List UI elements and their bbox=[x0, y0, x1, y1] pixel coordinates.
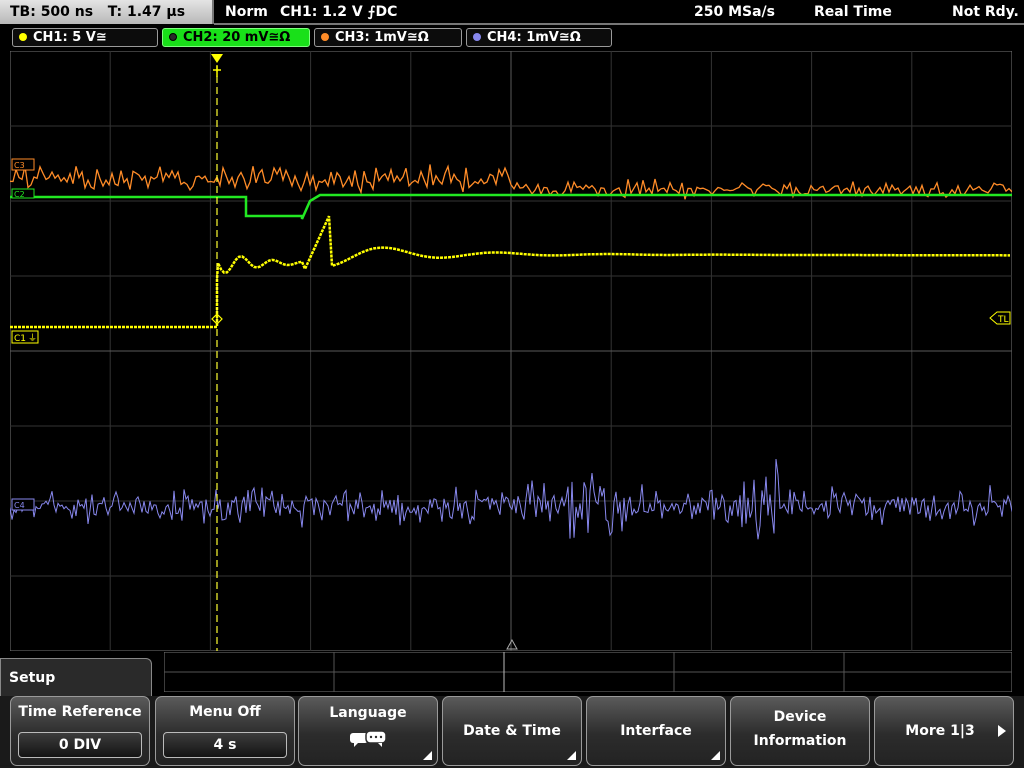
zoom-overview-strip[interactable] bbox=[164, 652, 1012, 692]
menu-off-softkey[interactable]: Menu Off 4 s bbox=[155, 696, 295, 766]
ch3-label: CH3: 1mV≅Ω bbox=[335, 30, 429, 45]
ch2-marker-label: C2 bbox=[14, 190, 25, 199]
ch3-marker-label: C3 bbox=[14, 161, 25, 170]
channel-tab-ch4[interactable]: CH4: 1mV≅Ω bbox=[466, 28, 612, 47]
channel-tab-ch2[interactable]: CH2: 20 mV≅Ω bbox=[162, 28, 310, 47]
ch4-label: CH4: 1mV≅Ω bbox=[487, 30, 581, 45]
submenu-corner-icon bbox=[711, 751, 720, 760]
ch4-marker-label: C4 bbox=[14, 501, 25, 510]
menu-off-value[interactable]: 4 s bbox=[163, 732, 287, 758]
time-reference-value[interactable]: 0 DIV bbox=[18, 732, 142, 758]
language-label: Language bbox=[329, 705, 407, 721]
trigger-level-label: TL bbox=[997, 315, 1009, 325]
status-bar-divider bbox=[214, 23, 1024, 25]
menu-title: Setup bbox=[9, 670, 56, 686]
channel-tab-ch3[interactable]: CH3: 1mV≅Ω bbox=[314, 28, 462, 47]
softkey-bar: Time Reference 0 DIV Menu Off 4 s Langua… bbox=[0, 696, 1024, 768]
waveform-display[interactable]: C3 C2 C1 ⏚ C4 TL bbox=[10, 51, 1012, 651]
status-bar: TB: 500 ns T: 1.47 µs Norm CH1: 1.2 V ⨍D… bbox=[0, 0, 1024, 26]
ch4-offset-marker[interactable]: C4 bbox=[11, 498, 35, 511]
time-reference-softkey[interactable]: Time Reference 0 DIV bbox=[10, 696, 150, 766]
ch4-color-dot bbox=[473, 33, 481, 41]
ch2-offset-marker[interactable]: C2 bbox=[11, 188, 35, 199]
menu-title-tab: Setup bbox=[0, 658, 152, 698]
date-time-label: Date & Time bbox=[463, 723, 561, 739]
sample-rate: 250 MSa/s bbox=[694, 4, 776, 20]
language-softkey[interactable]: Language bbox=[298, 696, 438, 766]
device-information-softkey[interactable]: Device Information bbox=[730, 696, 870, 766]
trigger-setting[interactable]: CH1: 1.2 V ⨍DC bbox=[280, 0, 397, 24]
ch3-color-dot bbox=[321, 33, 329, 41]
ch1-offset-marker[interactable]: C1 ⏚ bbox=[11, 330, 39, 344]
more-softkey[interactable]: More 1|3 bbox=[874, 696, 1014, 766]
trigger-state: Not Rdy. bbox=[952, 4, 1019, 20]
date-time-softkey[interactable]: Date & Time bbox=[442, 696, 582, 766]
next-page-arrow-icon bbox=[998, 725, 1006, 737]
acquisition-mode: Real Time bbox=[814, 4, 892, 20]
menu-off-label: Menu Off bbox=[189, 704, 261, 720]
submenu-corner-icon bbox=[567, 751, 576, 760]
information-label: Information bbox=[753, 733, 847, 749]
speech-bubble-icon bbox=[350, 730, 387, 747]
submenu-corner-icon bbox=[423, 751, 432, 760]
more-label: More 1|3 bbox=[905, 723, 975, 739]
trigger-mode[interactable]: Norm bbox=[225, 0, 268, 24]
ch1-marker-label: C1 bbox=[14, 334, 26, 344]
ch1-color-dot bbox=[19, 33, 27, 41]
ch3-offset-marker[interactable]: C3 bbox=[11, 158, 35, 171]
interface-label: Interface bbox=[620, 723, 692, 739]
ch1-label: CH1: 5 V≅ bbox=[33, 30, 107, 45]
ground-symbol-icon: ⏚ bbox=[28, 333, 37, 344]
ch2-label: CH2: 20 mV≅Ω bbox=[183, 30, 291, 45]
ch2-color-dot bbox=[169, 33, 177, 41]
time-reference-label: Time Reference bbox=[18, 704, 142, 720]
channel-tab-ch1[interactable]: CH1: 5 V≅ bbox=[12, 28, 158, 47]
interface-softkey[interactable]: Interface bbox=[586, 696, 726, 766]
timebase-readout[interactable]: TB: 500 ns T: 1.47 µs bbox=[0, 0, 214, 24]
device-label: Device bbox=[773, 709, 827, 725]
